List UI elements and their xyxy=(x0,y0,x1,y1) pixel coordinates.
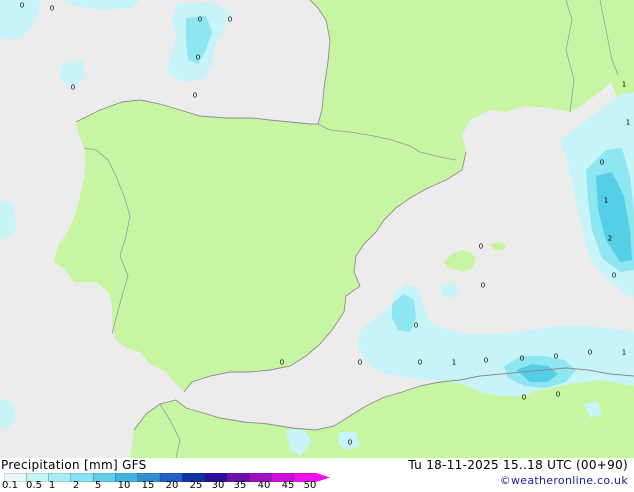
credit-link[interactable]: ©weatheronline.co.uk xyxy=(500,474,628,487)
cell-value-label: 1 xyxy=(622,81,626,89)
cell-value-label: 0 xyxy=(358,359,362,367)
color-scale-tick-label: 0.1 xyxy=(2,480,18,491)
color-scale-tick-label: 10 xyxy=(117,480,131,491)
cell-value-label: 0 xyxy=(280,359,284,367)
cell-value-label: 0 xyxy=(588,349,592,357)
cell-value-label: 1 xyxy=(452,359,456,367)
cell-value-label: 2 xyxy=(608,235,612,243)
cell-value-label: 0 xyxy=(479,243,483,251)
cell-value-label: 0 xyxy=(50,5,54,13)
color-scale-tick-label: 2 xyxy=(72,480,80,491)
cell-value-label: 1 xyxy=(622,349,626,357)
cell-value-label: 0 xyxy=(198,16,202,24)
map-title: Precipitation [mm] GFS xyxy=(1,458,147,472)
cell-value-label: 0 xyxy=(612,272,616,280)
cell-value-label: 0 xyxy=(481,282,485,290)
cell-value-label: 0 xyxy=(196,54,200,62)
precipitation-map: 0 0 0 0 0 0 0 1 1 0 1 2 0 0 0 0 0 0 1 0 0 0 0 1 0 0 0 0 xyxy=(0,0,634,458)
color-scale-tick-label: 20 xyxy=(165,480,179,491)
color-scale-tick-label: 45 xyxy=(281,480,295,491)
color-scale-tick-label: 0.5 xyxy=(26,480,42,491)
cell-value-label: 0 xyxy=(348,439,352,447)
color-scale-tick-label: 50 xyxy=(303,480,317,491)
cell-value-label: 1 xyxy=(626,119,630,127)
color-scale-tick-label: 5 xyxy=(94,480,102,491)
cell-value-label: 0 xyxy=(414,322,418,330)
cell-value-label: 0 xyxy=(228,16,232,24)
color-scale-tick-label: 30 xyxy=(211,480,225,491)
cell-value-label: 0 xyxy=(520,355,524,363)
color-scale-tick-label: 35 xyxy=(233,480,247,491)
cell-value-label: 1 xyxy=(604,197,608,205)
valid-time: Tu 18-11-2025 15..18 UTC (00+90) xyxy=(408,458,628,472)
cell-value-label: 0 xyxy=(20,2,24,10)
cell-value-label: 0 xyxy=(554,353,558,361)
cell-value-label: 0 xyxy=(418,359,422,367)
color-scale-ticks: 0.1 0.5 1 2 5 10 15 20 25 30 35 40 45 50 xyxy=(0,480,340,492)
cell-value-label: 0 xyxy=(522,394,526,402)
cell-value-label: 0 xyxy=(600,159,604,167)
cell-value-label: 0 xyxy=(71,84,75,92)
color-scale-tick-label: 1 xyxy=(48,480,56,491)
color-scale-tick-label: 15 xyxy=(141,480,155,491)
color-scale-tick-label: 40 xyxy=(257,480,271,491)
cell-value-label: 0 xyxy=(556,391,560,399)
cell-value-label: 0 xyxy=(484,357,488,365)
color-scale-tick-label: 25 xyxy=(189,480,203,491)
map-footer: Precipitation [mm] GFS Tu 18-11-2025 15.… xyxy=(0,458,634,492)
cell-value-label: 0 xyxy=(193,92,197,100)
